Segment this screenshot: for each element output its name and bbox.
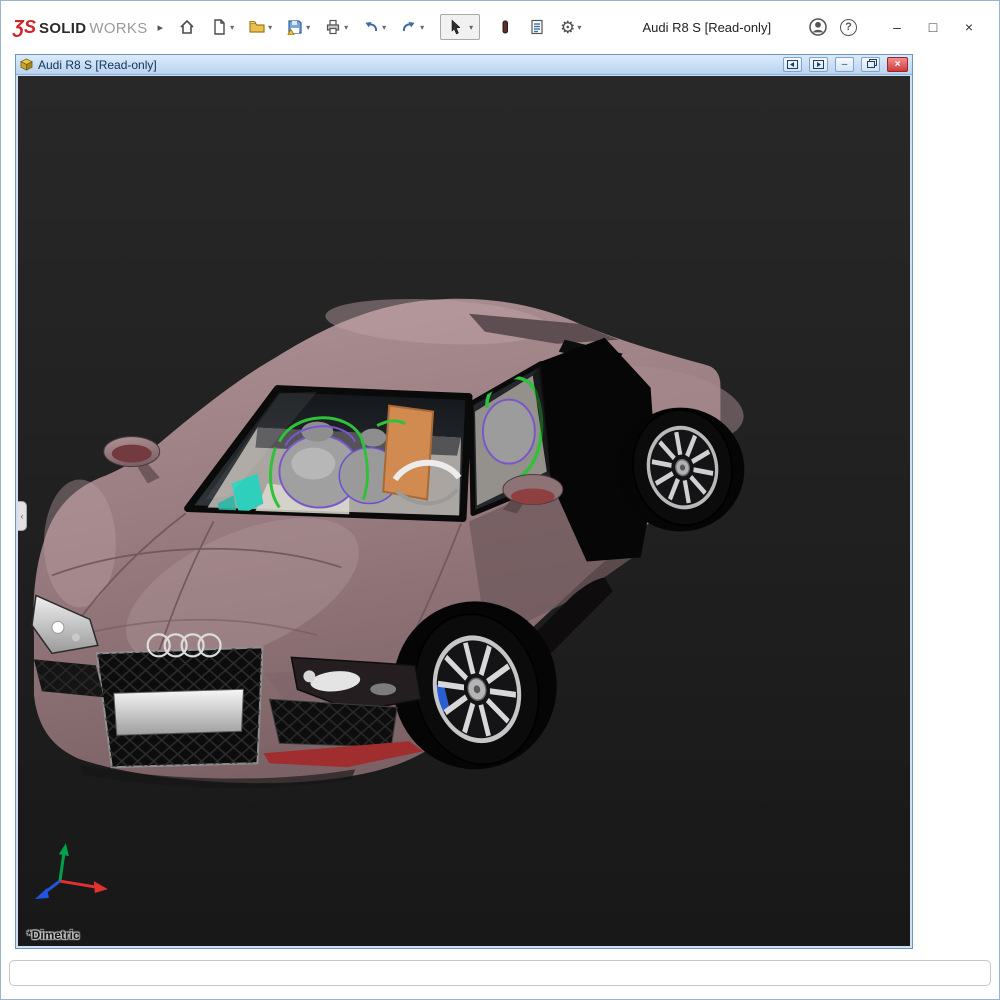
undo-button[interactable]: ▾ bbox=[362, 18, 386, 36]
pane-previous-button[interactable] bbox=[783, 57, 802, 72]
license-plate bbox=[114, 689, 244, 735]
account-icon[interactable] bbox=[808, 17, 828, 37]
select-cursor-icon bbox=[447, 18, 465, 36]
solidworks-app: { "titlebar": { "brand_glyph": "ƷS", "br… bbox=[0, 0, 1000, 1000]
restore-icon bbox=[867, 61, 875, 68]
3ds-logo-icon: ƷS bbox=[13, 17, 36, 38]
select-tool-button[interactable]: ▾ bbox=[440, 14, 480, 40]
dropdown-caret-icon[interactable]: ▾ bbox=[577, 23, 581, 32]
dropdown-caret-icon[interactable]: ▾ bbox=[344, 23, 348, 32]
redo-icon bbox=[400, 18, 418, 36]
minimize-button[interactable]: – bbox=[879, 19, 915, 35]
doc-restore-button[interactable] bbox=[861, 57, 880, 72]
print-icon bbox=[324, 18, 342, 36]
document-window: Audi R8 S [Read-only] – × bbox=[15, 54, 913, 949]
report-icon bbox=[528, 18, 546, 36]
document-titlebar[interactable]: Audi R8 S [Read-only] – × bbox=[16, 55, 912, 75]
save-icon bbox=[286, 18, 304, 36]
graphics-area[interactable]: *Dimetric ‹ bbox=[18, 76, 910, 946]
undo-icon bbox=[362, 18, 380, 36]
help-button[interactable]: ? bbox=[840, 19, 857, 36]
feature-pane-collapse-handle[interactable]: ‹ bbox=[18, 501, 27, 531]
doc-close-button[interactable]: × bbox=[887, 57, 908, 72]
brand-works: WORKS bbox=[89, 20, 147, 37]
evaluate-button[interactable] bbox=[528, 18, 546, 36]
options-button[interactable]: ⚙ ▾ bbox=[560, 19, 581, 36]
home-icon bbox=[178, 18, 196, 36]
dropdown-caret-icon[interactable]: ▾ bbox=[382, 23, 386, 32]
gear-icon[interactable]: ⚙ bbox=[560, 19, 575, 36]
display-pill-icon bbox=[496, 18, 514, 36]
solidworks-logo: ƷS SOLIDWORKS bbox=[13, 17, 148, 38]
display-tool-button[interactable] bbox=[496, 18, 514, 36]
window-controls: – □ × bbox=[879, 19, 987, 35]
titlebar-document-title: Audi R8 S [Read-only] bbox=[642, 20, 771, 35]
app-titlebar: ƷS SOLIDWORKS ▸ ▾ ▾ ▾ ▾ ▾ ▾ ▾ ⚙ bbox=[1, 1, 999, 53]
save-button[interactable]: ▾ bbox=[286, 18, 310, 36]
status-bar bbox=[9, 960, 991, 986]
dropdown-caret-icon[interactable]: ▾ bbox=[268, 23, 272, 32]
open-button[interactable]: ▾ bbox=[248, 18, 272, 36]
part-cube-icon bbox=[20, 58, 33, 71]
new-document-icon bbox=[210, 18, 228, 36]
dropdown-caret-icon[interactable]: ▾ bbox=[306, 23, 310, 32]
document-title: Audi R8 S [Read-only] bbox=[38, 58, 157, 72]
home-button[interactable] bbox=[178, 18, 196, 36]
brand-solid: SOLID bbox=[39, 20, 86, 37]
menu-expand-chevron-icon[interactable]: ▸ bbox=[158, 21, 164, 34]
maximize-button[interactable]: □ bbox=[915, 19, 951, 35]
new-document-button[interactable]: ▾ bbox=[210, 18, 234, 36]
3d-scene[interactable] bbox=[18, 76, 910, 946]
view-orientation-label: *Dimetric bbox=[27, 928, 80, 942]
pane-next-button[interactable] bbox=[809, 57, 828, 72]
close-button[interactable]: × bbox=[951, 19, 987, 35]
print-button[interactable]: ▾ bbox=[324, 18, 348, 36]
dropdown-caret-icon[interactable]: ▾ bbox=[420, 23, 424, 32]
doc-minimize-button[interactable]: – bbox=[835, 57, 854, 72]
dropdown-caret-icon[interactable]: ▾ bbox=[469, 23, 473, 32]
redo-button[interactable]: ▾ bbox=[400, 18, 424, 36]
dropdown-caret-icon[interactable]: ▾ bbox=[230, 23, 234, 32]
open-folder-icon bbox=[248, 18, 266, 36]
